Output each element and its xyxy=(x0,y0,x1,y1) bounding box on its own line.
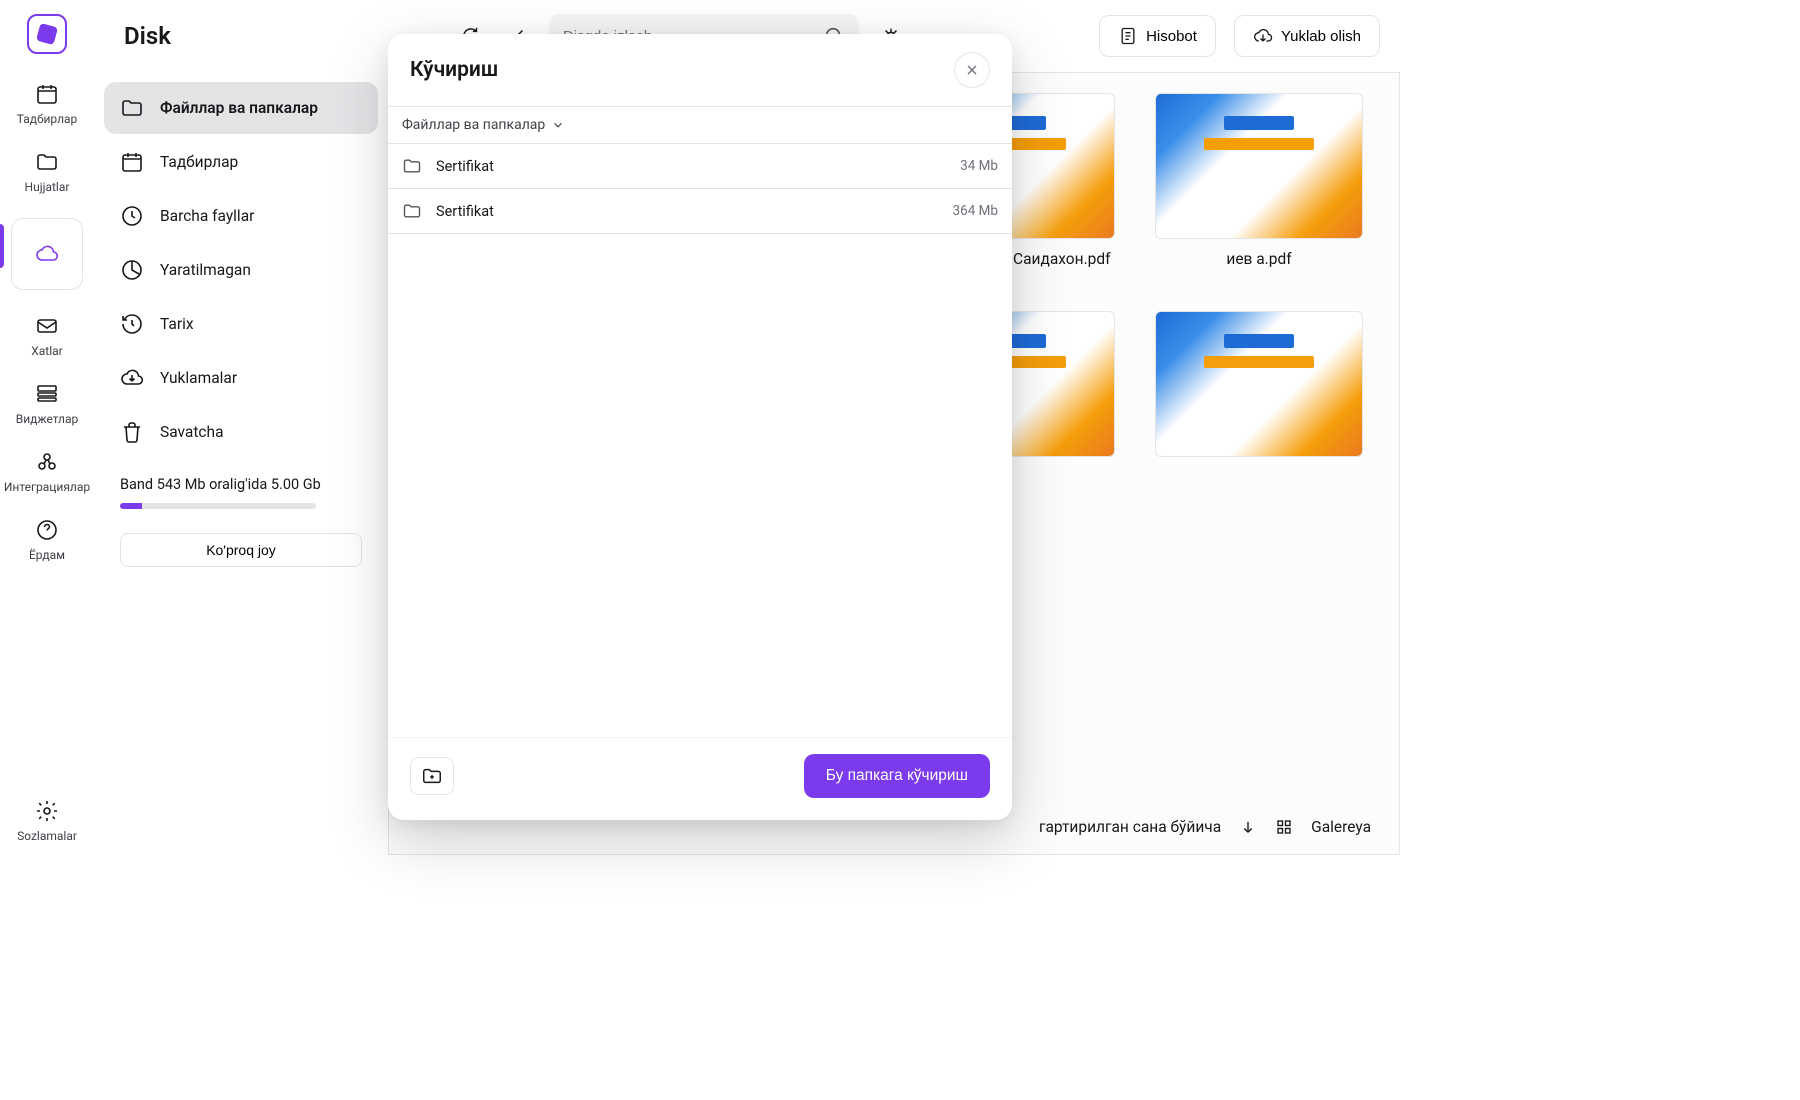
file-card[interactable]: иев а.pdf xyxy=(1155,93,1363,271)
chevron-down-icon xyxy=(551,118,565,132)
cloud-icon xyxy=(35,242,59,266)
close-button[interactable] xyxy=(954,52,990,88)
rail-item-mail[interactable]: Xatlar xyxy=(0,302,94,370)
sidebar-item-label: Savatcha xyxy=(160,423,224,441)
content-footer: гартирилган сана бўйича Galereya xyxy=(1039,818,1371,836)
folder-plus-icon xyxy=(421,765,443,787)
move-here-button[interactable]: Бу папкага кўчириш xyxy=(804,754,990,798)
download-icon xyxy=(120,366,144,390)
widgets-icon xyxy=(35,382,59,406)
folder-icon xyxy=(402,201,422,221)
close-icon xyxy=(964,62,980,78)
sidebar-item-trash[interactable]: Savatcha xyxy=(104,406,378,458)
sidebar-item-label: Barcha fayllar xyxy=(160,207,254,225)
rail-label: Тадбирлар xyxy=(17,112,78,126)
storage-text: Band 543 Mb oralig'ida 5.00 Gb xyxy=(120,476,321,493)
folder-list: Sertifikat 34 Mb Sertifikat 364 Mb xyxy=(388,143,1012,737)
left-rail: Тадбирлар Hujjatlar Xatlar Виджетлар Инт… xyxy=(0,0,94,855)
download-button[interactable]: Yuklab olish xyxy=(1234,15,1380,57)
rail-label: Xatlar xyxy=(31,344,63,358)
document-icon xyxy=(1118,26,1138,46)
folder-icon xyxy=(35,150,59,174)
folder-icon xyxy=(402,156,422,176)
pie-icon xyxy=(120,258,144,282)
history-icon xyxy=(120,312,144,336)
calendar-icon xyxy=(35,82,59,106)
clock-icon xyxy=(120,204,144,228)
sidebar-item-events[interactable]: Тадбирлар xyxy=(104,136,378,188)
trash-icon xyxy=(120,420,144,444)
rail-item-settings[interactable]: Sozlamalar xyxy=(0,787,94,855)
breadcrumb-label: Файллар ва папкалар xyxy=(402,117,545,133)
sidebar-item-history[interactable]: Tarix xyxy=(104,298,378,350)
rail-item-help[interactable]: Ёрдам xyxy=(0,506,94,574)
sidebar-item-label: Yaratilmagan xyxy=(160,261,251,279)
folder-size: 34 Mb xyxy=(960,158,998,174)
rail-label: Интеграциялар xyxy=(4,480,90,494)
file-name: иев а.pdf xyxy=(1226,249,1291,271)
rail-label: Sozlamalar xyxy=(17,829,77,843)
folder-name: Sertifikat xyxy=(436,158,946,175)
file-thumbnail xyxy=(1155,93,1363,239)
mail-icon xyxy=(35,314,59,338)
storage-bar xyxy=(120,503,316,509)
sidebar-item-files[interactable]: Файллар ва папкалар xyxy=(104,82,378,134)
report-button[interactable]: Hisobot xyxy=(1099,15,1216,57)
sidebar-item-label: Файллар ва папкалар xyxy=(160,99,318,117)
sidebar-item-uncreated[interactable]: Yaratilmagan xyxy=(104,244,378,296)
arrow-down-icon[interactable] xyxy=(1239,818,1257,836)
rail-item-disk[interactable] xyxy=(0,206,94,302)
gear-icon xyxy=(35,799,59,823)
folder-row[interactable]: Sertifikat 364 Mb xyxy=(388,189,1012,234)
new-folder-button[interactable] xyxy=(410,757,454,795)
sidebar-item-all-files[interactable]: Barcha fayllar xyxy=(104,190,378,242)
sidebar-item-label: Тадбирлар xyxy=(160,153,238,171)
sidebar: Файллар ва папкалар Тадбирлар Barcha fay… xyxy=(94,72,388,855)
sidebar-item-downloads[interactable]: Yuklamalar xyxy=(104,352,378,404)
grid-view-icon[interactable] xyxy=(1275,818,1293,836)
rail-label: Ёрдам xyxy=(29,548,65,562)
file-thumbnail xyxy=(1155,311,1363,457)
folder-name: Sertifikat xyxy=(436,203,939,220)
sidebar-item-label: Tarix xyxy=(160,315,194,333)
storage-info: Band 543 Mb oralig'ida 5.00 Gb xyxy=(104,460,378,517)
rail-item-events[interactable]: Тадбирлар xyxy=(0,70,94,138)
folder-row[interactable]: Sertifikat 34 Mb xyxy=(388,144,1012,189)
rail-item-integrations[interactable]: Интеграциялар xyxy=(0,438,94,506)
page-title: Disk xyxy=(114,22,171,50)
folder-size: 364 Mb xyxy=(953,203,998,219)
download-button-label: Yuklab olish xyxy=(1281,28,1361,45)
rail-label: Hujjatlar xyxy=(25,180,70,194)
download-cloud-icon xyxy=(1253,26,1273,46)
view-label[interactable]: Galereya xyxy=(1311,818,1371,836)
sort-label[interactable]: гартирилган сана бўйича xyxy=(1039,818,1221,836)
help-icon xyxy=(35,518,59,542)
report-button-label: Hisobot xyxy=(1146,28,1197,45)
more-space-button[interactable]: Ko'proq joy xyxy=(120,533,362,567)
sidebar-item-label: Yuklamalar xyxy=(160,369,237,387)
folder-icon xyxy=(120,96,144,120)
app-logo[interactable] xyxy=(27,14,67,54)
calendar-icon xyxy=(120,150,144,174)
rail-item-documents[interactable]: Hujjatlar xyxy=(0,138,94,206)
integrations-icon xyxy=(35,450,59,474)
file-card[interactable] xyxy=(1155,311,1363,510)
modal-title: Кўчириш xyxy=(410,58,498,82)
move-modal: Кўчириш Файллар ва папкалар Sertifikat 3… xyxy=(388,34,1012,820)
breadcrumb[interactable]: Файллар ва папкалар xyxy=(388,106,1012,143)
rail-item-widgets[interactable]: Виджетлар xyxy=(0,370,94,438)
rail-label: Виджетлар xyxy=(16,412,79,426)
